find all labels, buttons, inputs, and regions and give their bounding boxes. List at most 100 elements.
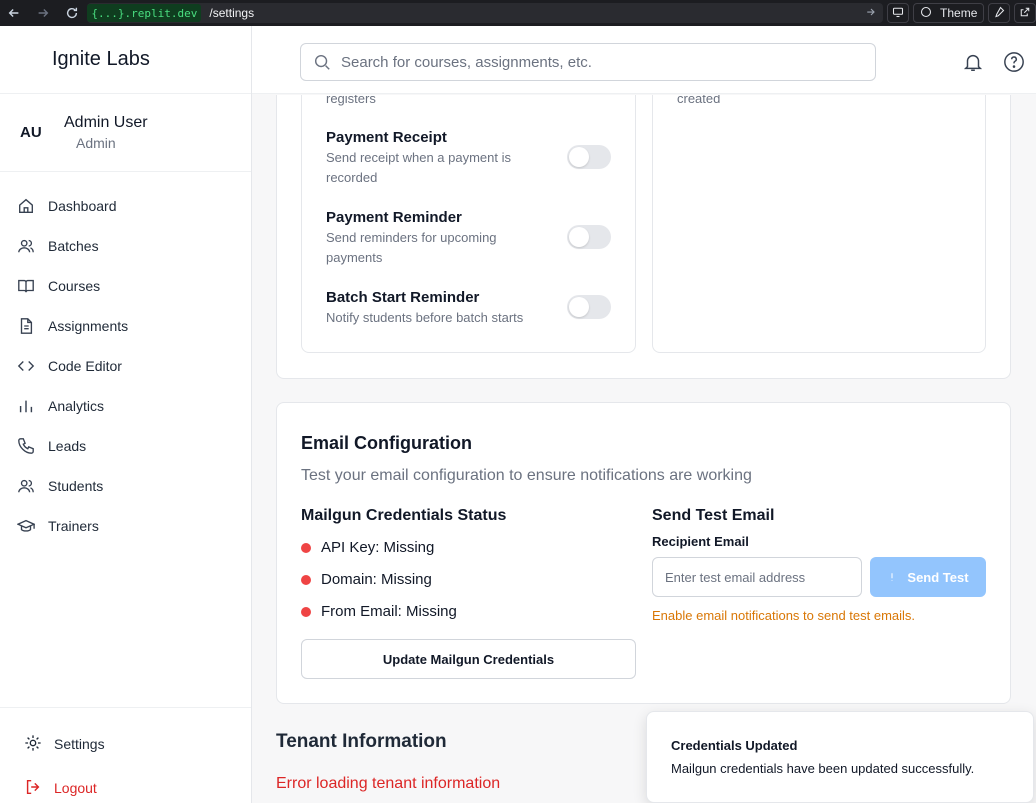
sidebar-item-assignments[interactable]: Assignments	[0, 306, 251, 346]
sidebar-item-label: Batches	[48, 238, 99, 254]
users-icon	[16, 476, 36, 496]
user-role: Admin	[76, 135, 116, 151]
payment-receipt-toggle[interactable]	[567, 145, 611, 169]
logout-button[interactable]: Logout	[0, 766, 251, 803]
url-path: /settings	[209, 6, 255, 20]
notification-list-left: registers Payment Receipt Send receipt w…	[301, 95, 636, 353]
reload-icon[interactable]	[64, 5, 79, 21]
user-name: Admin User	[64, 114, 148, 131]
status-label: API Key: Missing	[321, 539, 435, 556]
code-icon	[16, 356, 36, 376]
toast-message: Mailgun credentials have been updated su…	[671, 761, 975, 776]
arrow-right-icon[interactable]	[865, 6, 877, 21]
user-profile: AU Admin User Admin	[0, 94, 251, 172]
sidebar-item-code-editor[interactable]: Code Editor	[0, 346, 251, 386]
back-arrow-icon[interactable]	[6, 5, 21, 21]
search-icon	[313, 53, 331, 71]
notification-desc: Notify students before batch starts	[326, 310, 524, 325]
email-config-subtitle: Test your email configuration to ensure …	[301, 467, 752, 484]
sidebar-item-dashboard[interactable]: Dashboard	[0, 186, 251, 226]
address-bar[interactable]: {...}.replit.dev /settings	[87, 3, 884, 23]
theme-button[interactable]: Theme	[913, 3, 984, 23]
url-domain: {...}.replit.dev	[87, 4, 202, 22]
users-icon	[16, 236, 36, 256]
sidebar-item-label: Assignments	[48, 318, 129, 334]
external-link-icon	[1019, 6, 1031, 21]
recipient-email-label: Recipient Email	[652, 534, 749, 549]
sidebar-item-label: Analytics	[48, 398, 105, 414]
graduation-cap-icon	[16, 516, 36, 536]
file-icon	[16, 316, 36, 336]
notification-list-right: created	[652, 95, 986, 353]
batch-start-reminder-toggle[interactable]	[567, 295, 611, 319]
home-icon	[16, 196, 36, 216]
help-icon[interactable]	[1002, 50, 1026, 74]
palette-icon	[920, 6, 932, 21]
settings-main: registers Payment Receipt Send receipt w…	[252, 95, 1036, 803]
brand-logo-text[interactable]: Ignite Labs	[0, 26, 251, 94]
sidebar-nav: Dashboard Batches Courses Assignments Co…	[0, 172, 251, 546]
mailgun-status-heading: Mailgun Credentials Status	[301, 507, 507, 524]
tenant-info-error: Error loading tenant information	[276, 775, 501, 792]
sidebar-item-label: Trainers	[48, 518, 99, 534]
phone-icon	[16, 436, 36, 456]
sidebar-item-analytics[interactable]: Analytics	[0, 386, 251, 426]
notification-settings-card: registers Payment Receipt Send receipt w…	[276, 95, 1011, 379]
bell-icon[interactable]	[961, 50, 985, 74]
status-dot	[301, 606, 311, 617]
notification-desc: Send reminders for upcoming payments	[326, 230, 497, 265]
mail-icon	[887, 570, 897, 584]
open-external-button[interactable]	[1014, 3, 1036, 23]
sidebar-item-leads[interactable]: Leads	[0, 426, 251, 466]
theme-label: Theme	[940, 6, 978, 20]
sidebar-item-trainers[interactable]: Trainers	[0, 506, 251, 546]
status-dot	[301, 574, 311, 585]
sidebar-item-label: Code Editor	[48, 358, 122, 374]
search-input[interactable]	[341, 53, 841, 71]
notification-desc: Send receipt when a payment is recorded	[326, 150, 511, 185]
book-icon	[16, 276, 36, 296]
send-test-label: Send Test	[907, 569, 969, 585]
notification-title: Payment Receipt	[326, 129, 447, 146]
logout-icon	[24, 778, 42, 799]
sidebar-item-label: Dashboard	[48, 198, 117, 214]
toast-title: Credentials Updated	[671, 738, 798, 753]
status-label: Domain: Missing	[321, 571, 432, 588]
top-header	[252, 26, 1036, 94]
send-test-warning: Enable email notifications to send test …	[652, 608, 916, 623]
sidebar-item-settings[interactable]: Settings	[0, 722, 251, 766]
payment-reminder-toggle[interactable]	[567, 225, 611, 249]
avatar: AU	[20, 124, 42, 141]
email-config-title: Email Configuration	[301, 433, 472, 453]
toast-notification[interactable]: Credentials Updated Mailgun credentials …	[646, 711, 1034, 803]
tools-button[interactable]	[988, 3, 1010, 23]
sidebar-item-label: Settings	[54, 736, 105, 752]
logout-label: Logout	[54, 780, 97, 796]
recipient-email-input[interactable]	[652, 557, 862, 597]
sidebar-item-courses[interactable]: Courses	[0, 266, 251, 306]
monitor-icon	[892, 6, 904, 21]
sidebar-item-students[interactable]: Students	[0, 466, 251, 506]
forward-arrow-icon[interactable]	[35, 5, 50, 21]
send-test-email-heading: Send Test Email	[652, 507, 775, 524]
email-configuration-card: Email Configuration Test your email conf…	[276, 402, 1011, 704]
sidebar-item-label: Leads	[48, 438, 87, 454]
sidebar-item-batches[interactable]: Batches	[0, 226, 251, 266]
update-mailgun-credentials-button[interactable]: Update Mailgun Credentials	[301, 639, 636, 679]
tenant-info-title: Tenant Information	[276, 731, 447, 752]
devtools-button[interactable]	[887, 3, 910, 23]
wrench-icon	[993, 6, 1005, 21]
search-bar[interactable]	[300, 43, 876, 81]
status-dot	[301, 542, 311, 553]
notification-desc: created	[677, 95, 721, 106]
sidebar: Ignite Labs AU Admin User Admin Dashboar…	[0, 26, 252, 803]
sidebar-item-label: Courses	[48, 278, 101, 294]
bar-chart-icon	[16, 396, 36, 416]
notification-title: Payment Reminder	[326, 209, 462, 226]
sidebar-footer: Settings Logout	[0, 707, 251, 803]
notification-desc: registers	[326, 95, 376, 106]
sidebar-item-label: Students	[48, 478, 104, 494]
gear-icon	[24, 734, 42, 755]
send-test-button[interactable]: Send Test	[870, 557, 986, 597]
status-item-from-email: From Email: Missing	[301, 603, 457, 620]
